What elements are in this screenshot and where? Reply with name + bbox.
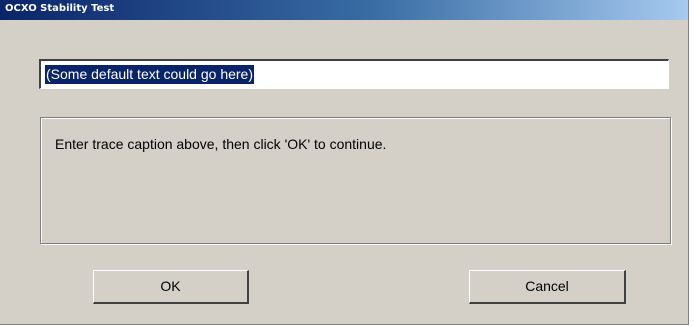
title-bar[interactable]: OCXO Stability Test: [0, 0, 688, 20]
instruction-message: Enter trace caption above, then click 'O…: [55, 136, 387, 152]
trace-caption-input[interactable]: (Some default text could go here): [39, 59, 669, 89]
caption-dialog: OCXO Stability Test (Some default text c…: [0, 0, 689, 325]
message-panel: Enter trace caption above, then click 'O…: [40, 117, 671, 244]
ok-button[interactable]: OK: [93, 270, 249, 304]
window-title: OCXO Stability Test: [5, 3, 115, 14]
trace-caption-selected-text: (Some default text could go here): [45, 65, 255, 84]
cancel-button[interactable]: Cancel: [469, 270, 626, 304]
